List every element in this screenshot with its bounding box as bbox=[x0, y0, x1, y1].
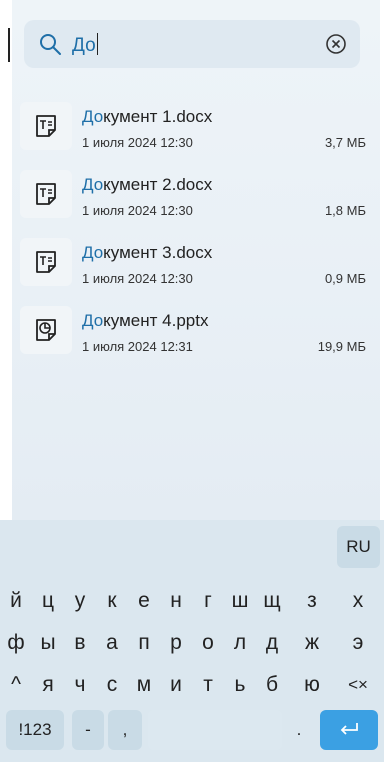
key[interactable]: с bbox=[96, 666, 128, 704]
key[interactable]: ф bbox=[0, 624, 32, 662]
key[interactable]: о bbox=[192, 624, 224, 662]
key[interactable]: и bbox=[160, 666, 192, 704]
period-key[interactable]: . bbox=[284, 710, 314, 750]
key[interactable]: ь bbox=[224, 666, 256, 704]
key[interactable]: з bbox=[288, 582, 336, 620]
keyboard-row-2: ф ы в а п р о л д ж э bbox=[0, 624, 384, 662]
file-date: 1 июля 2024 12:30 bbox=[82, 271, 193, 286]
key[interactable]: а bbox=[96, 624, 128, 662]
on-screen-keyboard: RU й ц у к е н г ш щ з х ф ы в а п р о л… bbox=[0, 520, 384, 762]
backspace-key[interactable]: <× bbox=[336, 666, 380, 704]
key[interactable]: я bbox=[32, 666, 64, 704]
key[interactable]: ж bbox=[288, 624, 336, 662]
text-cursor-marker bbox=[8, 28, 10, 62]
file-date: 1 июля 2024 12:30 bbox=[82, 203, 193, 218]
file-name: Документ 3.docx bbox=[82, 243, 212, 263]
comma-key[interactable]: , bbox=[108, 710, 142, 750]
key[interactable]: в bbox=[64, 624, 96, 662]
key[interactable]: р bbox=[160, 624, 192, 662]
search-field[interactable]: До bbox=[24, 20, 360, 68]
document-text-icon bbox=[20, 170, 72, 218]
file-name: Документ 4.pptx bbox=[82, 311, 208, 331]
key[interactable]: д bbox=[256, 624, 288, 662]
search-input[interactable]: До bbox=[72, 33, 99, 57]
presentation-icon bbox=[20, 306, 72, 354]
minus-key[interactable]: - bbox=[72, 710, 104, 750]
key[interactable]: щ bbox=[256, 582, 288, 620]
file-date: 1 июля 2024 12:31 bbox=[82, 339, 193, 354]
file-size: 1,8 МБ bbox=[324, 203, 366, 218]
match-highlight: До bbox=[82, 243, 104, 262]
file-row-1[interactable]: Документ 1.docx 1 июля 2024 12:30 3,7 МБ bbox=[12, 97, 380, 165]
match-highlight: До bbox=[82, 175, 104, 194]
document-text-icon bbox=[20, 238, 72, 286]
shift-key[interactable]: ^ bbox=[0, 666, 32, 704]
key[interactable]: ц bbox=[32, 582, 64, 620]
file-size: 0,9 МБ bbox=[324, 271, 366, 286]
space-key[interactable] bbox=[148, 710, 282, 750]
document-text-icon bbox=[20, 102, 72, 150]
language-key[interactable]: RU bbox=[337, 526, 380, 568]
key[interactable]: э bbox=[336, 624, 380, 662]
match-highlight: До bbox=[82, 311, 104, 330]
file-list: Документ 1.docx 1 июля 2024 12:30 3,7 МБ… bbox=[12, 97, 380, 369]
key[interactable]: л bbox=[224, 624, 256, 662]
keyboard-row-3: ^ я ч с м и т ь б ю <× bbox=[0, 666, 384, 704]
key[interactable]: й bbox=[0, 582, 32, 620]
file-size: 3,7 МБ bbox=[324, 135, 366, 150]
file-name-rest: кумент 1.docx bbox=[103, 107, 213, 126]
keyboard-row-4: !123 - , . bbox=[0, 710, 384, 750]
file-name: Документ 1.docx bbox=[82, 107, 212, 127]
key[interactable]: г bbox=[192, 582, 224, 620]
key[interactable]: х bbox=[336, 582, 380, 620]
clear-search-icon[interactable] bbox=[324, 32, 348, 56]
file-name-rest: кумент 4.pptx bbox=[103, 311, 209, 330]
key[interactable]: н bbox=[160, 582, 192, 620]
enter-icon bbox=[340, 723, 358, 735]
screen: До Документ 1.docx 1 июля 2024 12:30 3,7… bbox=[0, 0, 384, 762]
input-caret bbox=[96, 33, 99, 55]
symbols-key[interactable]: !123 bbox=[6, 710, 64, 750]
file-row-3[interactable]: Документ 3.docx 1 июля 2024 12:30 0,9 МБ bbox=[12, 233, 380, 301]
key[interactable]: ш bbox=[224, 582, 256, 620]
search-query: До bbox=[72, 35, 96, 56]
file-row-4[interactable]: Документ 4.pptx 1 июля 2024 12:31 19,9 М… bbox=[12, 301, 380, 369]
file-name: Документ 2.docx bbox=[82, 175, 212, 195]
file-date: 1 июля 2024 12:30 bbox=[82, 135, 193, 150]
file-size: 19,9 МБ bbox=[317, 339, 366, 354]
key[interactable]: у bbox=[64, 582, 96, 620]
key[interactable]: ч bbox=[64, 666, 96, 704]
file-name-rest: кумент 2.docx bbox=[103, 175, 213, 194]
key[interactable]: п bbox=[128, 624, 160, 662]
key[interactable]: т bbox=[192, 666, 224, 704]
key[interactable]: ю bbox=[288, 666, 336, 704]
keyboard-row-1: й ц у к е н г ш щ з х bbox=[0, 582, 384, 620]
search-icon[interactable] bbox=[38, 32, 62, 56]
key[interactable]: м bbox=[128, 666, 160, 704]
key[interactable]: е bbox=[128, 582, 160, 620]
file-name-rest: кумент 3.docx bbox=[103, 243, 213, 262]
match-highlight: До bbox=[82, 107, 104, 126]
key[interactable]: б bbox=[256, 666, 288, 704]
key[interactable]: к bbox=[96, 582, 128, 620]
file-row-2[interactable]: Документ 2.docx 1 июля 2024 12:30 1,8 МБ bbox=[12, 165, 380, 233]
file-search-panel: До Документ 1.docx 1 июля 2024 12:30 3,7… bbox=[12, 0, 380, 520]
enter-key[interactable] bbox=[320, 710, 378, 750]
key[interactable]: ы bbox=[32, 624, 64, 662]
